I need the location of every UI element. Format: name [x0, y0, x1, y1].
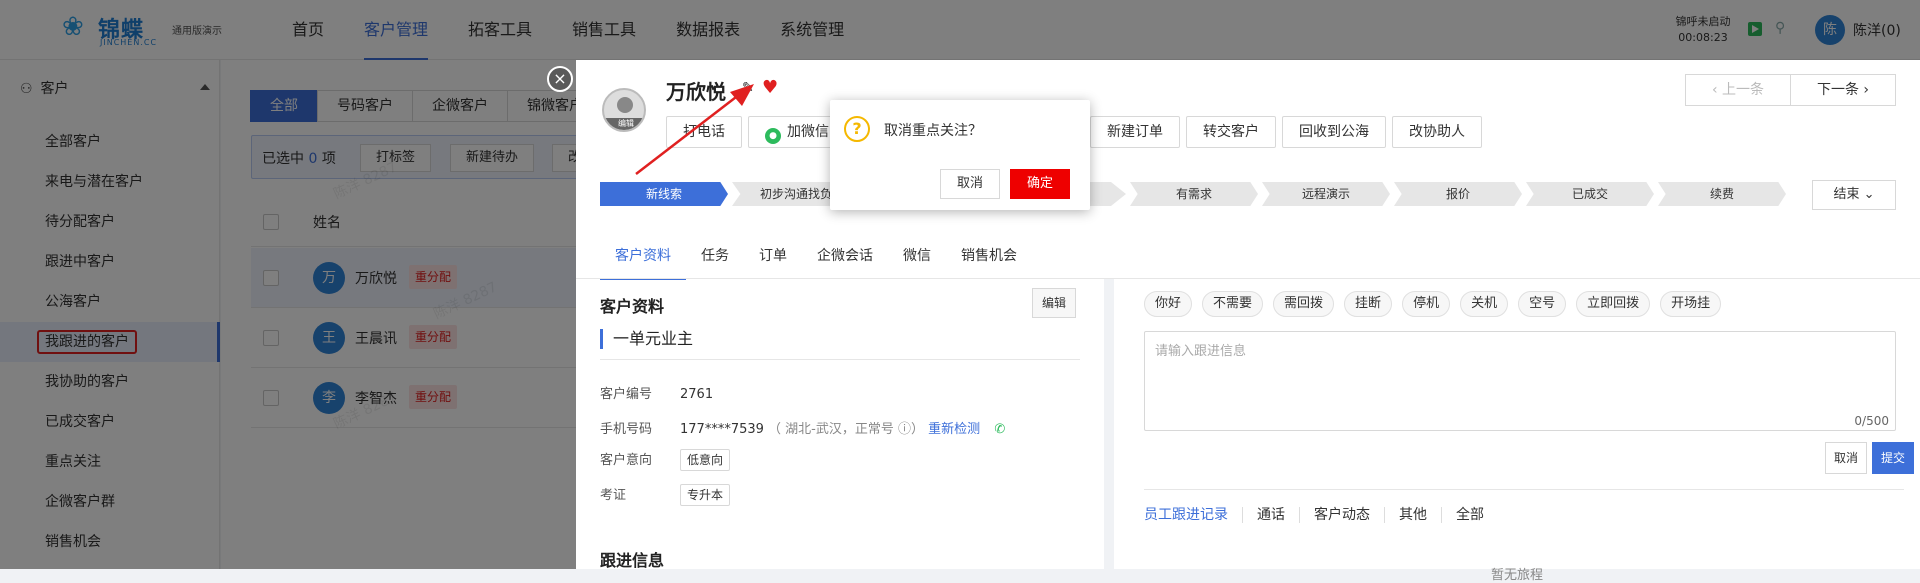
stage-quote[interactable]: 报价 — [1394, 182, 1522, 206]
field-phone: 手机号码 177****7539 （ 湖北-武汉，正常号 ⓘ） 重新检测 ✆ — [600, 422, 1006, 437]
followup-placeholder: 请输入跟进信息 — [1155, 344, 1247, 359]
transfer-button[interactable]: 转交客户 — [1186, 116, 1276, 148]
record-tabs: 员工跟进记录 通话 客户动态 其他 全部 — [1144, 507, 1498, 523]
divider — [600, 359, 1080, 360]
followup-info-title: 跟进信息 — [600, 551, 665, 570]
question-icon: ? — [844, 116, 870, 142]
confirm-dialog: ? 取消重点关注？ 取消 确定 — [830, 100, 1090, 210]
stage-bar: 新线索 初步沟通找负责 有需求 远程演示 报价 已成交 续费 — [600, 182, 1786, 206]
tab-wecom-chat[interactable]: 企微会话 — [802, 240, 888, 280]
tab-wechat[interactable]: 微信 — [888, 240, 946, 280]
quick-chip[interactable]: 立即回拨 — [1576, 291, 1651, 317]
dialog-confirm-button[interactable]: 确定 — [1010, 169, 1070, 199]
quick-chip[interactable]: 不需要 — [1202, 291, 1264, 317]
tab-opportunities[interactable]: 销售机会 — [946, 240, 1032, 280]
close-drawer-button[interactable]: × — [547, 66, 573, 92]
stage-new-lead[interactable]: 新线索 — [600, 182, 728, 206]
change-assistant-button[interactable]: 改协助人 — [1392, 116, 1482, 148]
followup-cancel-button[interactable]: 取消 — [1825, 442, 1867, 474]
tab-calls[interactable]: 通话 — [1242, 507, 1299, 523]
dialog-message: 取消重点关注？ — [884, 123, 982, 139]
dialog-cancel-button[interactable]: 取消 — [940, 169, 1000, 199]
quick-chip[interactable]: 挂断 — [1344, 291, 1393, 317]
customer-subtitle: 一单元业主 — [600, 329, 693, 349]
empty-state: 暂无旅程 — [1490, 568, 1543, 583]
section-title: 客户资料 — [600, 297, 665, 316]
stage-closed[interactable]: 已成交 — [1526, 182, 1654, 206]
followup-submit-button[interactable]: 提交 — [1872, 442, 1914, 474]
followup-input[interactable]: 请输入跟进信息 0/500 — [1144, 331, 1896, 431]
customer-detail-drawer: 编辑 万欣悦 ✎ ♥ 打电话 ●加微信 新建订单 转交客户 回收到公海 改协助人… — [576, 60, 1920, 583]
edit-button[interactable]: 编辑 — [1032, 288, 1076, 318]
stage-demo[interactable]: 远程演示 — [1262, 182, 1390, 206]
prev-button[interactable]: ‹ 上一条 — [1685, 74, 1791, 106]
quick-chip[interactable]: 停机 — [1402, 291, 1451, 317]
annotation-arrow — [635, 84, 754, 175]
recycle-button[interactable]: 回收到公海 — [1282, 116, 1386, 148]
recheck-link[interactable]: 重新检测 — [928, 422, 980, 437]
stage-renew[interactable]: 续费 — [1658, 182, 1786, 206]
tab-staff-records[interactable]: 员工跟进记录 — [1144, 507, 1242, 523]
tab-orders[interactable]: 订单 — [744, 240, 802, 280]
panel-divider — [1104, 279, 1114, 569]
wechat-icon: ● — [765, 128, 781, 144]
quick-reply-chips: 你好 不需要 需回拨 挂断 停机 关机 空号 立即回拨 开场挂 — [1144, 291, 1731, 317]
phone-icon[interactable]: ✆ — [994, 422, 1005, 437]
quick-chip[interactable]: 空号 — [1518, 291, 1567, 317]
stage-need[interactable]: 有需求 — [1130, 182, 1258, 206]
customer-info-panel: 客户资料 编辑 一单元业主 客户编号 2761 手机号码 177****7539 （… — [576, 279, 1104, 570]
tab-other[interactable]: 其他 — [1384, 507, 1441, 523]
quick-chip[interactable]: 需回拨 — [1273, 291, 1335, 317]
quick-chip[interactable]: 关机 — [1460, 291, 1509, 317]
quick-chip[interactable]: 开场挂 — [1660, 291, 1722, 317]
new-order-button[interactable]: 新建订单 — [1090, 116, 1180, 148]
next-button[interactable]: 下一条 › — [1790, 74, 1896, 106]
end-button[interactable]: 结束 ⌄ — [1812, 180, 1896, 210]
tab-all[interactable]: 全部 — [1441, 507, 1498, 523]
field-id: 客户编号 2761 — [600, 387, 714, 402]
field-intent: 客户意向 低意向 — [600, 449, 731, 471]
quick-chip[interactable]: 你好 — [1144, 291, 1193, 317]
char-counter: 0/500 — [1854, 414, 1889, 428]
field-cert: 考证 专升本 — [600, 484, 731, 506]
tab-tasks[interactable]: 任务 — [686, 240, 744, 280]
divider — [1144, 489, 1904, 490]
tab-customer-info[interactable]: 客户资料 — [600, 240, 686, 280]
heart-icon[interactable]: ♥ — [762, 77, 778, 98]
detail-tabs: 客户资料 任务 订单 企微会话 微信 销售机会 — [600, 240, 1032, 280]
info-icon: ⓘ） — [898, 422, 925, 437]
tab-customer-activity[interactable]: 客户动态 — [1299, 507, 1384, 523]
pager: ‹ 上一条 下一条 › — [1685, 74, 1896, 106]
followup-panel: 你好 不需要 需回拨 挂断 停机 关机 空号 立即回拨 开场挂 请输入跟进信息 … — [1114, 279, 1920, 583]
